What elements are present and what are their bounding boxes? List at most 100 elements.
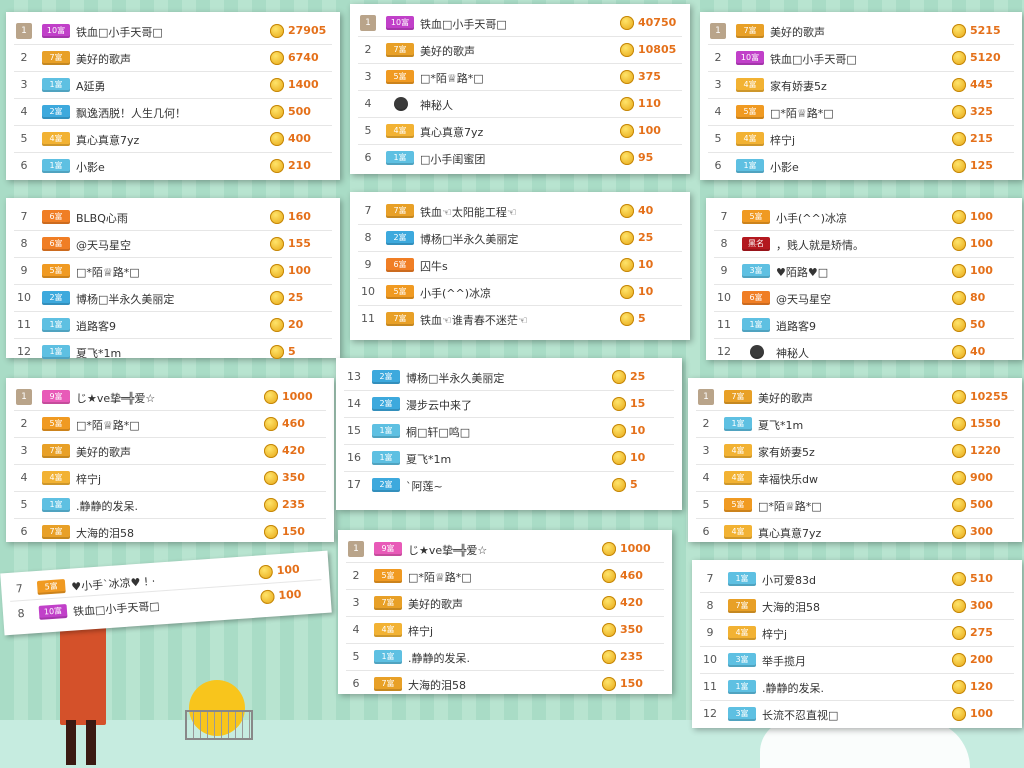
wealth-level-badge: 3富 [742,264,770,278]
level-number: 1 [379,453,385,462]
coin-score: 1220 [970,444,1001,457]
user-nickname[interactable]: 飘逸洒脱！人生几何！ [76,105,186,121]
user-nickname[interactable]: 美好的歌声 [758,390,813,406]
user-nickname[interactable]: 夏飞*1m [76,345,121,361]
user-nickname[interactable]: 小手(^^)冰凉 [776,210,847,226]
user-nickname[interactable]: 美好的歌声 [408,596,463,612]
gold-coin-icon [952,51,966,65]
level-number: 1 [49,80,55,89]
ranking-row: 7 1富 小可爱83d 510 [700,566,1014,593]
user-nickname[interactable]: 逍路客9 [776,318,816,334]
user-nickname[interactable]: 家有娇妻5z [770,78,827,94]
ranking-row: 12 1富 夏飞*1m 5 [14,339,332,365]
user-nickname[interactable]: 小手(^^)冰凉 [420,285,491,301]
user-nickname[interactable]: ♥小手`冰凉♥ ! · [71,573,156,595]
user-nickname[interactable]: 梓宁j [76,471,101,487]
user-nickname[interactable]: □*陌♕路*□ [408,569,472,585]
rank-number: 4 [20,471,28,484]
user-nickname[interactable]: ♥陌路♥□ [776,264,828,280]
wealth-level-badge: 1富 [736,159,764,173]
level-number: 7 [393,206,399,215]
level-suffix: 富 [386,625,395,634]
level-suffix: 富 [748,161,757,170]
user-nickname[interactable]: 美好的歌声 [76,51,131,67]
coin-score: 1550 [970,417,1001,430]
ranking-row: 13 2富 博杨□半永久美丽定 25 [344,364,674,391]
user-nickname[interactable]: 美好的歌声 [420,43,475,59]
user-nickname[interactable]: □*陌♕路*□ [420,70,484,86]
user-nickname[interactable]: 桐□轩□鸣□ [406,424,470,440]
user-nickname[interactable]: 夏飞*1m [406,451,451,467]
ranking-row: 8 7富 大海的泪58 300 [700,593,1014,620]
user-nickname[interactable]: 小影e [770,159,799,175]
user-nickname[interactable]: 逍路客9 [76,318,116,334]
rank-number: 12 [703,707,717,720]
user-nickname[interactable]: じ★ve挚═╬爱☆ [408,542,487,558]
user-nickname[interactable]: 幸福快乐dw [758,471,818,487]
user-nickname[interactable]: 铁血☜谁青春不迷茫☜ [420,312,528,328]
user-nickname[interactable]: □小手闺蜜团 [420,151,485,167]
user-nickname[interactable]: 梓宁j [408,623,433,639]
coin-score: 5120 [970,51,1001,64]
user-nickname[interactable]: 举手揽月 [762,653,806,669]
user-nickname[interactable]: 博杨□半永久美丽定 [76,291,174,307]
user-nickname[interactable]: 铁血□小手天哥□ [420,16,507,32]
user-nickname[interactable]: 梓宁j [770,132,795,148]
user-nickname[interactable]: `阿莲~ [406,478,443,494]
user-nickname[interactable]: 家有娇妻5z [758,444,815,460]
user-nickname[interactable]: .静静的发呆. [76,498,138,514]
coin-score: 150 [282,525,305,538]
user-nickname[interactable]: □*陌♕路*□ [76,264,140,280]
user-nickname[interactable]: □*陌♕路*□ [76,417,140,433]
level-number: 1 [381,652,387,661]
wealth-level-badge: 5富 [42,417,70,431]
user-nickname[interactable]: 小可爱83d [762,572,816,588]
user-nickname[interactable]: 博杨□半永久美丽定 [420,231,518,247]
user-nickname[interactable]: □*陌♕路*□ [770,105,834,121]
rank-number: 5 [702,498,710,511]
user-nickname[interactable]: □*陌♕路*□ [758,498,822,514]
user-nickname[interactable]: 囚牛s [420,258,448,274]
user-nickname[interactable]: 夏飞*1m [758,417,803,433]
user-nickname[interactable]: 真心真意7yz [420,124,483,140]
level-number: 1 [749,320,755,329]
gold-coin-icon [952,345,966,359]
user-nickname[interactable]: 梓宁j [762,626,787,642]
level-suffix: 富 [398,233,407,242]
user-nickname[interactable]: @天马星空 [776,291,831,307]
user-nickname[interactable]: 真心真意7yz [758,525,821,541]
user-nickname[interactable]: .静静的发呆. [408,650,470,666]
user-nickname[interactable]: 大海的泪58 [762,599,820,615]
user-nickname[interactable]: 铁血□小手天哥□ [73,597,161,619]
ranking-row: 5 1富 .静静的发呆. 235 [14,492,326,519]
user-nickname[interactable]: 大海的泪58 [76,525,134,541]
user-nickname[interactable]: 长流不忍直视□ [762,707,838,723]
user-nickname[interactable]: 美好的歌声 [76,444,131,460]
user-nickname[interactable]: 铁血□小手天哥□ [76,24,163,40]
user-nickname[interactable]: .静静的发呆. [762,680,824,696]
user-nickname[interactable]: A延勇 [76,78,106,94]
rank-number: 4 [714,105,722,118]
ranking-row: 1 10富 铁血□小手天哥□ 27905 [14,18,332,45]
wealth-level-badge: 5富 [386,285,414,299]
user-nickname[interactable]: 神秘人 [776,345,809,361]
user-nickname[interactable]: 真心真意7yz [76,132,139,148]
user-nickname[interactable]: 铁血☜太阳能工程☜ [420,204,517,220]
user-nickname[interactable]: 大海的泪58 [408,677,466,693]
user-nickname[interactable]: 小影e [76,159,105,175]
user-nickname[interactable]: BLBQ心雨 [76,210,128,226]
user-nickname[interactable]: @天马星空 [76,237,131,253]
ranking-row: 5 5富 □*陌♕路*□ 500 [696,492,1014,519]
user-nickname[interactable]: ，贱人就是矫情。 [776,237,864,253]
coin-score: 25 [630,370,646,383]
user-nickname[interactable]: じ★ve挚═╬爱☆ [76,390,155,406]
ranking-row: 6 1富 小影e 210 [14,153,332,179]
user-nickname[interactable]: 铁血□小手天哥□ [770,51,857,67]
user-nickname[interactable]: 博杨□半永久美丽定 [406,370,504,386]
ranking-panel-8: 13 2富 博杨□半永久美丽定 25 14 2富 漫步云中来了 15 15 1富 桐□轩□鸣□ 10 1… [336,358,682,510]
user-nickname[interactable]: 漫步云中来了 [406,397,472,413]
coin-score: 375 [638,70,661,83]
level-suffix: 富 [54,446,63,455]
user-nickname[interactable]: 美好的歌声 [770,24,825,40]
user-nickname[interactable]: 神秘人 [420,97,453,113]
